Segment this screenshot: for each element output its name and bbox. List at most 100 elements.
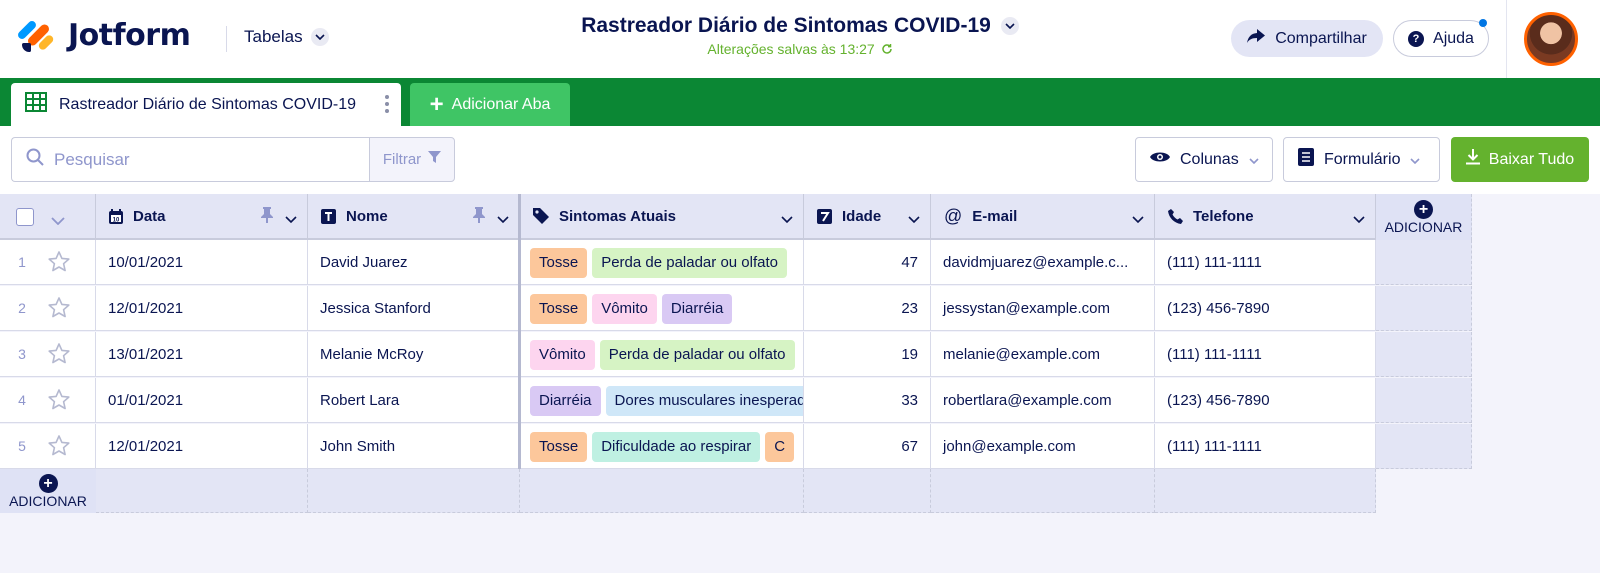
chevron-down-icon xyxy=(310,28,329,46)
cell-date[interactable]: 10/01/2021 xyxy=(96,240,308,285)
add-tab-button[interactable]: + Adicionar Aba xyxy=(410,83,570,126)
empty-cell xyxy=(308,469,520,513)
cell-email[interactable]: jessystan@example.com xyxy=(931,286,1155,331)
chevron-down-icon[interactable] xyxy=(497,211,509,228)
cell-age[interactable]: 47 xyxy=(804,240,931,285)
cell-age-value: 33 xyxy=(901,392,918,409)
symptom-tags: Diarréia Dores musculares inesperadas xyxy=(520,385,803,416)
pin-icon[interactable] xyxy=(473,207,485,227)
cell-symptoms[interactable]: Diarréia Dores musculares inesperadas xyxy=(520,378,804,423)
cell-date[interactable]: 12/01/2021 xyxy=(96,286,308,331)
phone-icon xyxy=(1168,208,1183,224)
download-all-button[interactable]: Baixar Tudo xyxy=(1451,137,1589,182)
cell-age-value: 47 xyxy=(901,254,918,271)
cell-age[interactable]: 19 xyxy=(804,332,931,377)
title-area: Rastreador Diário de Sintomas COVID-19 A… xyxy=(560,14,1040,57)
share-button[interactable]: Compartilhar xyxy=(1231,20,1383,57)
table-row[interactable]: 2 12/01/2021 Jessica Stanford Tosse Vômito Di… xyxy=(0,286,1472,331)
table-row[interactable]: 5 12/01/2021 John Smith Tosse Dificuldade ao… xyxy=(0,424,1472,469)
column-header-email[interactable]: @ E-mail xyxy=(931,194,1155,240)
cell-phone[interactable]: (111) 111-1111 xyxy=(1155,332,1376,377)
jotform-logo[interactable]: Jotform xyxy=(16,18,191,53)
column-header-symptoms[interactable]: Sintomas Atuais xyxy=(520,194,804,240)
symptom-tag: Perda de paladar ou olfato xyxy=(592,247,787,278)
cell-age-value: 19 xyxy=(901,346,918,363)
table-row[interactable]: 1 10/01/2021 David Juarez Tosse Perda de pal… xyxy=(0,240,1472,285)
cell-phone-value: (111) 111-1111 xyxy=(1167,346,1262,363)
tab-bar: Rastreador Diário de Sintomas COVID-19 +… xyxy=(0,78,1600,126)
column-header-age[interactable]: Idade xyxy=(804,194,931,240)
select-all-checkbox[interactable] xyxy=(16,208,34,226)
add-row-label: ADICIONAR xyxy=(9,492,87,509)
frozen-column-divider[interactable] xyxy=(518,194,521,469)
star-icon[interactable] xyxy=(48,435,70,460)
star-icon[interactable] xyxy=(48,251,70,276)
column-header-name[interactable]: Nome xyxy=(308,194,520,240)
table-row[interactable]: 4 01/01/2021 Robert Lara Diarréia Dores musc… xyxy=(0,378,1472,423)
cell-age[interactable]: 33 xyxy=(804,378,931,423)
cell-name[interactable]: Robert Lara xyxy=(308,378,520,423)
cell-phone[interactable]: (123) 456-7890 xyxy=(1155,378,1376,423)
cell-date[interactable]: 12/01/2021 xyxy=(96,424,308,469)
chevron-down-icon[interactable] xyxy=(1132,211,1144,228)
chevron-down-icon[interactable] xyxy=(285,211,297,228)
funnel-icon xyxy=(421,151,442,168)
more-options-icon[interactable] xyxy=(385,95,389,113)
cell-phone[interactable]: (111) 111-1111 xyxy=(1155,240,1376,285)
filter-button[interactable]: Filtrar xyxy=(369,137,455,182)
chevron-down-icon[interactable] xyxy=(51,212,65,229)
chevron-down-icon[interactable] xyxy=(1353,211,1365,228)
cell-email[interactable]: melanie@example.com xyxy=(931,332,1155,377)
empty-cell xyxy=(1376,240,1472,285)
cell-email[interactable]: robertlara@example.com xyxy=(931,378,1155,423)
cell-symptoms[interactable]: Tosse Dificuldade ao respirar C xyxy=(520,424,804,469)
add-row-button[interactable]: + ADICIONAR xyxy=(0,469,96,513)
pin-icon[interactable] xyxy=(261,207,273,227)
cell-symptoms[interactable]: Vômito Perda de paladar ou olfato xyxy=(520,332,804,377)
cell-name[interactable]: Melanie McRoy xyxy=(308,332,520,377)
search-input[interactable] xyxy=(54,149,344,170)
cell-symptoms[interactable]: Tosse Perda de paladar ou olfato xyxy=(520,240,804,285)
cell-date[interactable]: 13/01/2021 xyxy=(96,332,308,377)
cell-age[interactable]: 67 xyxy=(804,424,931,469)
symptom-tags: Vômito Perda de paladar ou olfato xyxy=(520,339,803,370)
row-number-cell: 3 xyxy=(0,332,96,377)
chevron-down-icon[interactable] xyxy=(1000,17,1019,35)
help-button[interactable]: ? Ajuda xyxy=(1393,19,1489,57)
cell-phone[interactable]: (123) 456-7890 xyxy=(1155,286,1376,331)
star-icon[interactable] xyxy=(48,389,70,414)
tag-icon xyxy=(533,208,549,224)
add-column-button[interactable]: + ADICIONAR xyxy=(1376,194,1472,240)
cell-name[interactable]: John Smith xyxy=(308,424,520,469)
empty-cell xyxy=(96,469,308,513)
chevron-down-icon[interactable] xyxy=(781,211,793,228)
cell-email[interactable]: davidmjuarez@example.c... xyxy=(931,240,1155,285)
user-avatar[interactable] xyxy=(1524,12,1578,66)
empty-cell xyxy=(804,469,931,513)
table-row[interactable]: 3 13/01/2021 Melanie McRoy Vômito Perda de p… xyxy=(0,332,1472,377)
cell-date[interactable]: 01/01/2021 xyxy=(96,378,308,423)
cell-name[interactable]: David Juarez xyxy=(308,240,520,285)
star-icon[interactable] xyxy=(48,343,70,368)
cell-name[interactable]: Jessica Stanford xyxy=(308,286,520,331)
cell-age[interactable]: 23 xyxy=(804,286,931,331)
column-header-phone[interactable]: Telefone xyxy=(1155,194,1376,240)
tab-symptom-tracker[interactable]: Rastreador Diário de Sintomas COVID-19 xyxy=(11,83,401,126)
cell-date-value: 12/01/2021 xyxy=(108,438,184,455)
jotform-logo-icon xyxy=(16,18,55,53)
form-button[interactable]: Formulário xyxy=(1283,137,1440,182)
column-header-date[interactable]: 10 Data xyxy=(96,194,308,240)
cell-symptoms[interactable]: Tosse Vômito Diarréia xyxy=(520,286,804,331)
empty-cell xyxy=(1376,332,1472,377)
tables-menu[interactable]: Tabelas xyxy=(244,27,329,47)
cell-email[interactable]: john@example.com xyxy=(931,424,1155,469)
table-icon xyxy=(25,92,59,117)
download-label: Baixar Tudo xyxy=(1488,150,1575,168)
document-title[interactable]: Rastreador Diário de Sintomas COVID-19 xyxy=(581,14,1019,38)
chevron-down-icon[interactable] xyxy=(908,211,920,228)
empty-cell xyxy=(1155,469,1376,513)
cell-phone[interactable]: (111) 111-1111 xyxy=(1155,424,1376,469)
star-icon[interactable] xyxy=(48,297,70,322)
share-icon xyxy=(1247,29,1275,48)
columns-button[interactable]: Colunas xyxy=(1135,137,1273,182)
